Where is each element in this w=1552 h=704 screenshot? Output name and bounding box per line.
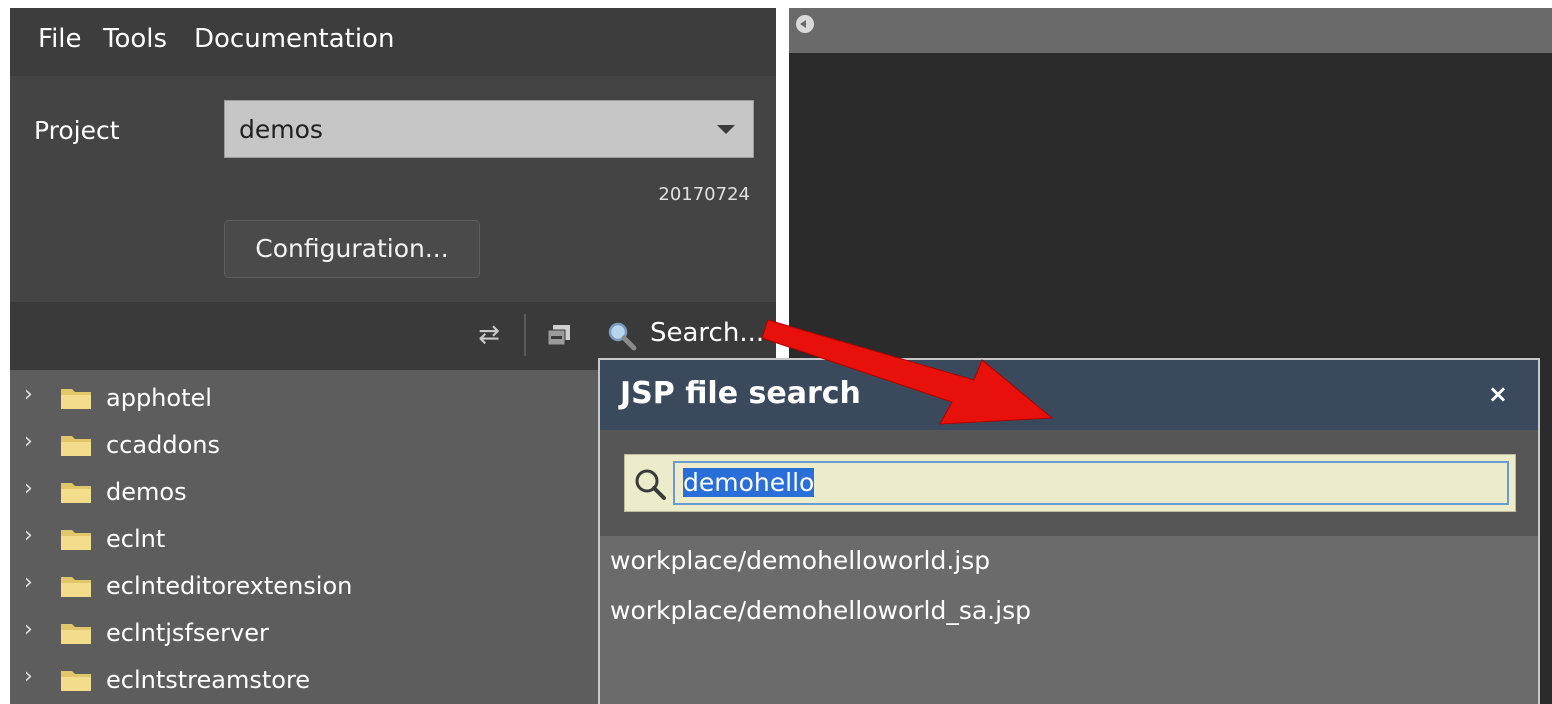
menu-tools[interactable]: Tools <box>103 24 167 54</box>
tree-item-demos[interactable]: › demos <box>10 468 610 514</box>
version-label: 20170724 <box>658 184 750 205</box>
tree-item-eclnt[interactable]: › eclnt <box>10 515 610 561</box>
tree-item-label: apphotel <box>106 384 212 412</box>
chevron-right-icon[interactable]: › <box>24 383 40 407</box>
chevron-right-icon[interactable]: › <box>24 477 40 501</box>
toolbar-divider <box>524 314 526 356</box>
tree-item-label: eclntstreamstore <box>106 666 311 694</box>
tree-item-eclnteditorextension[interactable]: › eclnteditorextension <box>10 562 610 608</box>
search-input-value: demohello <box>683 468 815 497</box>
search-result-item[interactable]: workplace/demohelloworld_sa.jsp <box>610 596 1031 625</box>
chevron-down-icon[interactable] <box>717 125 735 134</box>
collapse-left-icon[interactable] <box>796 15 814 33</box>
chevron-right-icon[interactable]: › <box>24 524 40 548</box>
folder-icon <box>61 530 91 550</box>
search-input[interactable]: demohello <box>673 461 1509 505</box>
chevron-right-icon[interactable]: › <box>24 571 40 595</box>
close-button[interactable]: × <box>1488 380 1508 408</box>
menu-file[interactable]: File <box>38 24 82 54</box>
tree-item-label: eclnt <box>106 525 166 553</box>
folder-icon <box>61 577 91 597</box>
search-link[interactable]: Search... <box>650 318 764 348</box>
annotation-arrow <box>761 319 1054 425</box>
project-select[interactable]: demos <box>224 100 754 158</box>
project-select-value: demos <box>239 115 323 144</box>
search-icon <box>635 469 666 500</box>
tree-item-eclntjsfserver[interactable]: › eclntjsfserver <box>10 609 610 655</box>
project-label: Project <box>34 116 120 145</box>
chevron-right-icon[interactable]: › <box>24 430 40 454</box>
chevron-right-icon[interactable]: › <box>24 618 40 642</box>
tree-item-ccaddons[interactable]: › ccaddons <box>10 421 610 467</box>
tree-item-label: demos <box>106 478 187 506</box>
folder-icon <box>61 436 91 456</box>
tree-item-label: eclntjsfserver <box>106 619 269 647</box>
tree-item-label: ccaddons <box>106 431 220 459</box>
tree-item-apphotel[interactable]: › apphotel <box>10 374 610 420</box>
search-box: demohello <box>624 454 1516 512</box>
menu-documentation[interactable]: Documentation <box>194 24 394 54</box>
swap-arrows-icon[interactable]: ⇄ <box>474 320 504 350</box>
folder-icon <box>61 671 91 691</box>
tree-item-label: eclnteditorextension <box>106 572 353 600</box>
menu-bar: File Tools Documentation <box>10 8 776 76</box>
search-icon[interactable] <box>606 320 638 352</box>
chevron-right-icon[interactable]: › <box>24 665 40 689</box>
configuration-button[interactable]: Configuration... <box>224 220 480 278</box>
folder-icon <box>61 483 91 503</box>
folder-icon <box>61 389 91 409</box>
content-header <box>789 8 1552 53</box>
search-result-item[interactable]: workplace/demohelloworld.jsp <box>610 546 990 575</box>
collapse-all-icon[interactable] <box>547 324 571 346</box>
folder-icon <box>61 624 91 644</box>
tree-item-eclntstreamstore[interactable]: › eclntstreamstore <box>10 656 610 702</box>
